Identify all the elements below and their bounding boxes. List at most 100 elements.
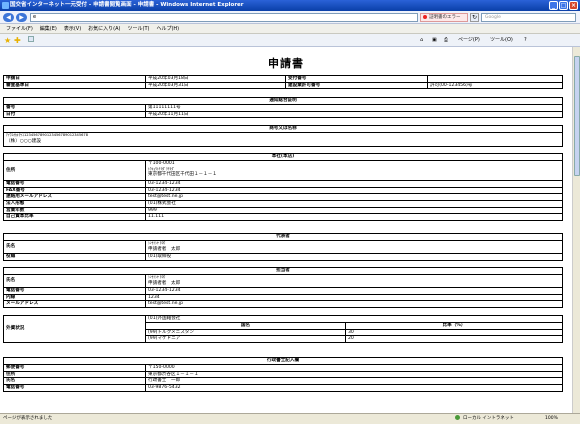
equity-ratio-value: 11.111 bbox=[145, 213, 563, 222]
head-office-address-label: 住所 bbox=[3, 160, 146, 181]
ratio-cell: 30 bbox=[345, 328, 563, 337]
license-number-value: 許可(00-123456)号 bbox=[427, 81, 563, 90]
certificate-date-label: 日付 bbox=[3, 110, 146, 119]
certificate-error-badge[interactable]: 証明書のエラー bbox=[420, 13, 468, 22]
scrivener-name-value: 行政書士 一郎 bbox=[145, 377, 563, 386]
window-title: 国交省インターネット一元受付 - 申請書閲覧画面 - 申請書 - Windows… bbox=[10, 2, 244, 8]
add-favorites-icon[interactable]: ✚ bbox=[14, 36, 21, 45]
close-button[interactable]: × bbox=[569, 1, 578, 10]
tab-icon[interactable] bbox=[28, 36, 34, 45]
scrivener-heading: 行政書士記入欄 bbox=[3, 357, 563, 365]
business-years-value: 999 bbox=[145, 206, 563, 215]
favorites-star-icon[interactable]: ★ bbox=[4, 36, 11, 45]
trade-name-kana: ｱｲｳｴｵｶｷｸｹｺ1234567890123456789012345678 bbox=[6, 133, 88, 138]
document-title: 申請書 bbox=[268, 57, 304, 70]
postal-code-value: 〒150-0000 bbox=[145, 364, 563, 372]
head-office-heading: 本社(本店) bbox=[3, 153, 563, 161]
menu-edit[interactable]: 編集(E) bbox=[40, 24, 57, 33]
contact-name-kana: ｼﾝｾｲｼﾔ ﾀﾛｳ bbox=[148, 275, 166, 280]
scrivener-address-value: 東京都渋谷区１－１－１ bbox=[145, 370, 563, 379]
representative-name-kana: ｼﾝｾｲｼﾔ ﾀﾛｳ bbox=[148, 241, 166, 246]
scrollbar-thumb[interactable] bbox=[574, 56, 580, 176]
menu-help[interactable]: ヘルプ(H) bbox=[156, 24, 179, 33]
fax-value: 03-1234-1234 bbox=[145, 186, 563, 195]
representative-name-label: 氏名 bbox=[3, 240, 146, 254]
application-date-value: 平成20年03月18日 bbox=[145, 75, 286, 83]
scrivener-table: 行政書士記入欄 郵便番号 〒150-0000 住所 東京都渋谷区１－１－１ 氏名… bbox=[3, 357, 563, 392]
menu-file[interactable]: ファイル(F) bbox=[6, 24, 33, 33]
country-cell: (99)トルクメニスタン bbox=[145, 328, 346, 337]
print-icon[interactable]: ⎙ bbox=[444, 36, 448, 45]
scrivener-name-label: 氏名 bbox=[3, 377, 146, 386]
menu-tools[interactable]: ツール(T) bbox=[128, 24, 150, 33]
window-titlebar: 国交省インターネット一元受付 - 申請書閲覧画面 - 申請書 - Windows… bbox=[0, 0, 580, 11]
status-message: ページが表示されました bbox=[3, 416, 53, 421]
certificate-heading: 通知総合証明 bbox=[3, 97, 563, 105]
head-office-address-cell: 〒100-0001 ﾄｳｷｮｳﾄﾁﾖﾀﾞｸﾁﾖﾀﾞ 東京都千代田区千代田１－１－… bbox=[145, 160, 563, 181]
address-bar: ◀ ▶ e 証明書のエラー ↻ Google bbox=[0, 11, 580, 24]
back-button[interactable]: ◀ bbox=[3, 13, 14, 22]
extension-value: 1234 bbox=[145, 293, 563, 302]
phone-value: 03-1234-1234 bbox=[145, 180, 563, 188]
contact-person-heading: 担当者 bbox=[3, 267, 563, 275]
page-menu-button[interactable]: ページ(P) bbox=[458, 36, 480, 45]
ratio-header: 比率（%） bbox=[345, 321, 563, 330]
scrivener-address-label: 住所 bbox=[3, 370, 146, 379]
contact-phone-value: 03-1234-1234 bbox=[145, 287, 563, 295]
country-cell: (99)マケドニア bbox=[145, 335, 346, 344]
security-zone: ローカル イントラネット bbox=[455, 414, 514, 424]
feeds-icon[interactable]: ▣ bbox=[432, 36, 437, 45]
corporate-form-value: (01)株式会社 bbox=[145, 200, 563, 208]
contact-name-label: 氏名 bbox=[3, 274, 146, 288]
minimize-button[interactable]: _ bbox=[549, 1, 558, 10]
certificate-table: 通知総合証明 番号 第11111111号 日付 平成20年11月11日 bbox=[3, 97, 563, 119]
phone-label: 電話番号 bbox=[3, 180, 146, 188]
head-office-table: 本社(本店) 住所 〒100-0001 ﾄｳｷｮｳﾄﾁﾖﾀﾞｸﾁﾖﾀﾞ 東京都千… bbox=[3, 153, 563, 222]
postal-code-label: 郵便番号 bbox=[3, 364, 146, 372]
trade-name-heading: 商号又は名称 bbox=[3, 125, 563, 133]
application-date-label: 申請日 bbox=[3, 75, 146, 83]
representative-table: 代表者 氏名 ｼﾝｾｲｼﾔ ﾀﾛｳ 申請者者 太郎 役職 (01)取締役 bbox=[3, 233, 563, 261]
representative-title-label: 役職 bbox=[3, 253, 146, 261]
certificate-date-value: 平成20年11月11日 bbox=[145, 110, 563, 119]
corporate-form-label: 法人形態 bbox=[3, 200, 146, 208]
refresh-button[interactable]: ↻ bbox=[470, 13, 479, 22]
country-header: 国名 bbox=[145, 321, 346, 330]
menu-bar: ファイル(F) 編集(E) 表示(V) お気に入り(A) ツール(T) ヘルプ(… bbox=[0, 24, 580, 34]
contact-name-cell: ｼﾝｾｲｼﾔ ﾀﾛｳ 申請者者 太郎 bbox=[145, 274, 563, 288]
command-toolbar: ★ ✚ ⌂ ▣ ⎙ ページ(P) ツール(O) ? bbox=[0, 34, 580, 47]
review-date-label: 審査基準日 bbox=[3, 81, 146, 90]
representative-name: 申請者者 太郎 bbox=[148, 246, 181, 252]
ratio-cell: 20 bbox=[345, 335, 563, 344]
certificate-number-label: 番号 bbox=[3, 104, 146, 112]
representative-title-value: (01)取締役 bbox=[145, 253, 563, 261]
contact-email-label: 連絡用メールアドレス bbox=[3, 193, 146, 202]
url-input[interactable]: e bbox=[30, 13, 418, 22]
contact-email-label-2: メールアドレス bbox=[3, 300, 146, 309]
contact-phone-label: 電話番号 bbox=[3, 287, 146, 295]
forward-button[interactable]: ▶ bbox=[16, 13, 27, 22]
home-icon[interactable]: ⌂ bbox=[420, 36, 423, 45]
ie-app-icon bbox=[2, 2, 9, 9]
foreign-capital-status: (01)外国籍会社 bbox=[145, 315, 563, 323]
equity-ratio-label: 自己資本比率 bbox=[3, 213, 146, 222]
zoom-level[interactable]: 100% bbox=[545, 414, 558, 424]
help-icon[interactable]: ? bbox=[524, 36, 527, 45]
page-content: 申請書 申請日 平成20年03月18日 受付番号 審査基準日 平成20年03月3… bbox=[0, 47, 572, 413]
scrivener-phone-value: 03-9876-5432 bbox=[145, 384, 563, 392]
maximize-button[interactable]: □ bbox=[559, 1, 568, 10]
contact-person-table: 担当者 氏名 ｼﾝｾｲｼﾔ ﾀﾛｳ 申請者者 太郎 電話番号 03-1234-1… bbox=[3, 267, 563, 309]
window-controls: _ □ × bbox=[549, 1, 578, 10]
status-bar: ページが表示されました ローカル イントラネット 100% bbox=[0, 413, 580, 424]
license-number-label: 建設業許可番号 bbox=[285, 81, 428, 90]
menu-favorites[interactable]: お気に入り(A) bbox=[88, 24, 120, 33]
vertical-scrollbar[interactable] bbox=[572, 47, 580, 413]
business-years-label: 営業年数 bbox=[3, 206, 146, 215]
menu-view[interactable]: 表示(V) bbox=[64, 24, 81, 33]
tools-menu-button[interactable]: ツール(O) bbox=[490, 36, 513, 45]
trade-name-value: （株）○○○建設 bbox=[6, 138, 41, 144]
foreign-capital-table: 外資状況 (01)外国籍会社 国名 比率（%） (99)トルクメニスタン 30 … bbox=[3, 314, 563, 344]
search-input[interactable]: Google bbox=[481, 13, 576, 22]
head-office-address: 東京都千代田区千代田１－１－１ bbox=[148, 172, 217, 177]
receipt-number-value bbox=[427, 75, 563, 83]
